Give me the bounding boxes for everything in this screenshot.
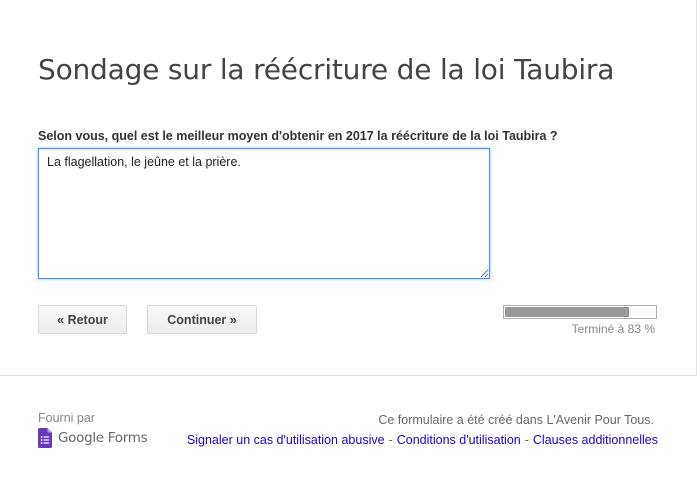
- google-forms-logo[interactable]: Google Forms: [38, 428, 148, 448]
- progress-bar: [503, 305, 657, 319]
- continue-button[interactable]: Continuer »: [147, 305, 257, 334]
- google-forms-icon: [38, 428, 52, 448]
- question-label: Selon vous, quel est le meilleur moyen d…: [38, 129, 558, 143]
- footer: Fourni par Google Forms Ce formulaire a …: [0, 377, 698, 489]
- link-separator: -: [524, 433, 529, 447]
- back-button[interactable]: « Retour: [38, 305, 127, 334]
- report-abuse-link[interactable]: Signaler un cas d'utilisation abusive: [187, 433, 385, 447]
- progress-bar-fill: [505, 307, 630, 317]
- provided-by-label: Fourni par: [38, 411, 95, 425]
- form-card: Sondage sur la réécriture de la loi Taub…: [0, 0, 697, 376]
- created-in-text: Ce formulaire a été créé dans L'Avenir P…: [378, 413, 654, 427]
- link-separator: -: [388, 433, 393, 447]
- answer-textarea[interactable]: La flagellation, le jeûne et la prière.: [38, 148, 490, 279]
- footer-links: Signaler un cas d'utilisation abusive - Co…: [187, 433, 658, 447]
- terms-of-service-link[interactable]: Conditions d'utilisation: [397, 433, 521, 447]
- progress-label: Terminé à 83 %: [571, 322, 655, 336]
- additional-terms-link[interactable]: Clauses additionnelles: [533, 433, 658, 447]
- google-forms-logo-text: Google Forms: [58, 430, 148, 446]
- form-title: Sondage sur la réécriture de la loi Taub…: [38, 53, 615, 86]
